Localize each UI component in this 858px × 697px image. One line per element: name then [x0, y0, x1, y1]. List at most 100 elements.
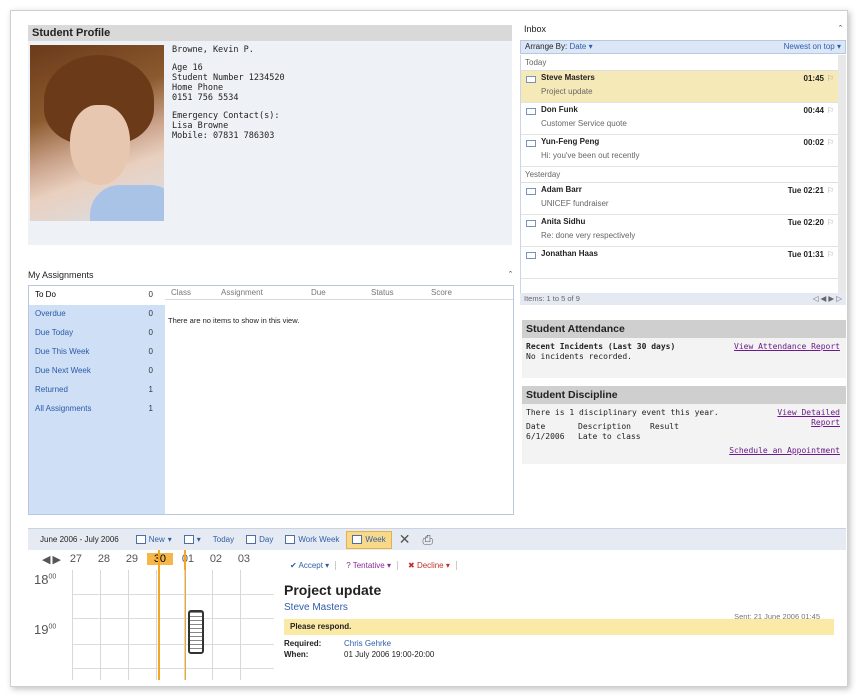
- view-detailed-link[interactable]: View Detailed Report: [760, 408, 840, 428]
- calendar-day-column[interactable]: [72, 570, 98, 680]
- inbox-group-header[interactable]: Yesterday: [521, 167, 838, 183]
- inbox-group-header[interactable]: Today: [521, 55, 838, 71]
- assignment-filter-item[interactable]: Due Next Week 0: [29, 362, 165, 381]
- message-time: 00:02: [803, 138, 824, 147]
- day-view-button[interactable]: Day: [241, 531, 278, 549]
- assignment-filter-item[interactable]: Returned 1: [29, 381, 165, 400]
- items-range: 1 to 5 of 9: [546, 294, 580, 303]
- decline-button[interactable]: ✖ Decline ▾: [402, 560, 457, 570]
- pager-arrows-icon[interactable]: ◁ ◀ ▶ ▷: [813, 294, 842, 304]
- required-label: Required:: [284, 639, 322, 648]
- flag-icon[interactable]: ⚐: [827, 106, 834, 115]
- next-week-icon[interactable]: ▶: [52, 553, 60, 566]
- calendar-grid[interactable]: 1800 1900: [28, 550, 274, 680]
- student-info: Browne, Kevin P. Age 16 Student Number 1…: [172, 45, 285, 141]
- calendar-day-column[interactable]: [156, 570, 182, 680]
- calendar-day-label[interactable]: 27: [63, 553, 89, 565]
- assignment-column-header[interactable]: Status: [365, 286, 425, 299]
- inbox-title: Inbox: [524, 24, 547, 34]
- assignment-filter-count: 1: [148, 385, 153, 394]
- assignment-filter-count: 1: [148, 404, 153, 413]
- please-respond-notice: Please respond.: [284, 619, 834, 635]
- recent-incidents-label: Recent Incidents (Last 30 days): [526, 342, 676, 351]
- new-button[interactable]: New ▾: [131, 531, 177, 549]
- calendar-day-label[interactable]: 03: [231, 553, 257, 565]
- message-from: Yun-Feng Peng: [541, 137, 600, 146]
- work-week-button[interactable]: Work Week: [280, 531, 344, 549]
- calendar-day-header: ◀ ▶ 27 28 29 30 01 02 03: [28, 550, 274, 568]
- inbox-message[interactable]: Steve Masters 01:45 ⚐ Project update: [521, 71, 838, 103]
- calendar-day-column[interactable]: [212, 570, 238, 680]
- flag-icon[interactable]: ⚐: [827, 218, 834, 227]
- flag-icon[interactable]: ⚐: [827, 250, 834, 259]
- arrange-by-dropdown[interactable]: Date ▾: [569, 42, 592, 51]
- message-subject-preview: Re: done very respectively: [541, 231, 636, 240]
- assignments-title: My Assignments: [28, 270, 94, 280]
- assignment-column-header[interactable]: Score: [425, 286, 485, 299]
- inbox-message[interactable]: Jonathan Haas Tue 01:31 ⚐: [521, 247, 838, 279]
- home-phone: 0151 756 5534: [172, 93, 239, 103]
- view-menu-button[interactable]: ▾: [179, 531, 206, 549]
- home-phone-label: Home Phone: [172, 83, 224, 93]
- inbox-message[interactable]: Yun-Feng Peng 00:02 ⚐ Hi: you've been out r…: [521, 135, 838, 167]
- today-button[interactable]: Today: [208, 531, 239, 549]
- calendar-range: June 2006 - July 2006: [40, 535, 119, 544]
- calendar-day-label[interactable]: 29: [119, 553, 145, 565]
- discipline-summary: There is 1 disciplinary event this year.: [526, 408, 719, 417]
- calendar-day-column[interactable]: [184, 570, 210, 680]
- col-date: Date: [526, 422, 546, 431]
- assignment-filter-item[interactable]: Due Today 0: [29, 324, 165, 343]
- flag-icon[interactable]: ⚐: [827, 138, 834, 147]
- calendar-day-column[interactable]: [128, 570, 154, 680]
- reading-pane: ✔ Accept ▾ ? Tentative ▾ ✖ Decline ▾ Pro…: [284, 556, 840, 680]
- calendar-toolbar: June 2006 - July 2006 New ▾ ▾ Today Day …: [28, 528, 846, 550]
- assignment-column-header[interactable]: Due: [305, 286, 365, 299]
- week-view-button[interactable]: Week: [346, 530, 392, 549]
- flag-icon[interactable]: ⚐: [827, 74, 834, 83]
- tentative-button[interactable]: ? Tentative ▾: [340, 560, 399, 570]
- collapse-icon[interactable]: ˆ: [509, 270, 512, 280]
- assignment-filter-label: Due This Week: [35, 347, 90, 356]
- inbox-arrange-bar: Arrange By: Date ▾ Newest on top ▾: [520, 40, 846, 54]
- calendar-day-column[interactable]: [100, 570, 126, 680]
- message-subject-preview: Hi: you've been out recently: [541, 151, 640, 160]
- prev-week-icon[interactable]: ◀: [42, 553, 50, 566]
- attendance-panel: Student Attendance Recent Incidents (Las…: [522, 320, 846, 378]
- required-value[interactable]: Chris Gehrke: [344, 639, 840, 648]
- week-icon: [352, 535, 363, 544]
- assignment-filter-item[interactable]: To Do 0: [29, 286, 165, 305]
- inbox-message[interactable]: Don Funk 00:44 ⚐ Customer Service quote: [521, 103, 838, 135]
- calendar-day-label[interactable]: 28: [91, 553, 117, 565]
- envelope-icon: [526, 108, 536, 115]
- calendar-icon: [135, 535, 146, 544]
- delete-icon[interactable]: ✕: [394, 531, 416, 549]
- print-icon[interactable]: ⎙: [417, 531, 437, 549]
- inbox-message[interactable]: Anita Sidhu Tue 02:20 ⚐ Re: done very respe…: [521, 215, 838, 247]
- assignments-empty: There are no items to show in this view.: [168, 316, 300, 325]
- collapse-icon[interactable]: ˆ: [839, 24, 842, 34]
- assignment-column-header[interactable]: Assignment: [215, 286, 305, 299]
- assignment-filter-item[interactable]: Due This Week 0: [29, 343, 165, 362]
- col-description: Description: [578, 422, 631, 431]
- message-from: Steve Masters: [541, 73, 595, 82]
- assignment-filter-label: Due Today: [35, 328, 74, 337]
- calendar-day-column[interactable]: [240, 570, 266, 680]
- sort-order-dropdown[interactable]: Newest on top ▾: [784, 42, 841, 52]
- flag-icon[interactable]: ⚐: [827, 186, 834, 195]
- discipline-panel: Student Discipline There is 1 disciplina…: [522, 386, 846, 464]
- assignment-filter-item[interactable]: Overdue 0: [29, 305, 165, 324]
- meeting-response-bar: ✔ Accept ▾ ? Tentative ▾ ✖ Decline ▾: [284, 556, 840, 574]
- inbox-message[interactable]: Adam Barr Tue 02:21 ⚐ UNICEF fundraiser: [521, 183, 838, 215]
- calendar-day-label[interactable]: 02: [203, 553, 229, 565]
- assignment-column-header[interactable]: Class: [165, 286, 215, 299]
- assignment-filter-count: 0: [148, 366, 153, 375]
- inbox-scrollbar[interactable]: [838, 55, 846, 293]
- attendance-message: No incidents recorded.: [526, 352, 632, 361]
- accept-button[interactable]: ✔ Accept ▾: [284, 560, 337, 570]
- view-attendance-link[interactable]: View Attendance Report: [734, 342, 840, 352]
- row-description: Late to class: [578, 432, 641, 441]
- schedule-appointment-link[interactable]: Schedule an Appointment: [729, 446, 840, 456]
- day-icon: [246, 535, 257, 544]
- assignment-filter-item[interactable]: All Assignments 1: [29, 400, 165, 419]
- message-subject-preview: Customer Service quote: [541, 119, 627, 128]
